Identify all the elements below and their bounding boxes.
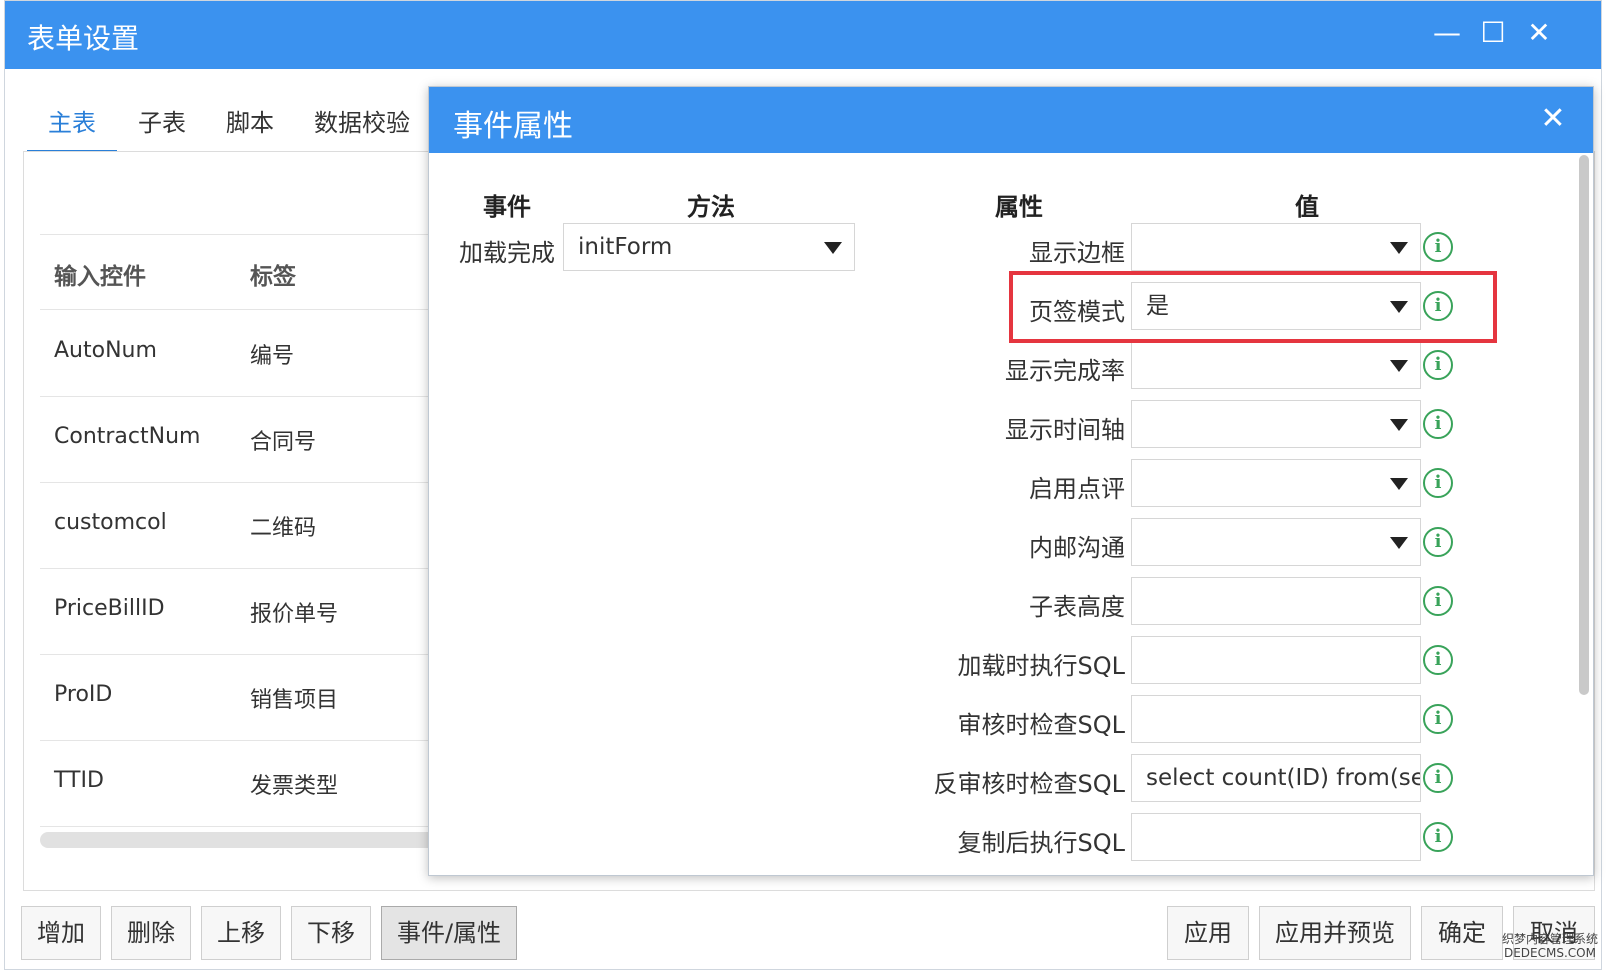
chevron-down-icon [1390,478,1408,490]
row-control: AutoNum [54,338,157,363]
value-column-header: 值 [1295,193,1319,221]
dialog-titlebar[interactable]: 事件属性 ✕ [429,87,1593,153]
tab-data-validation[interactable]: 数据校验 [307,101,417,153]
property-value-select[interactable] [1131,459,1421,507]
info-icon[interactable]: i [1423,527,1453,557]
row-control: ContractNum [54,424,201,449]
property-label: 加载时执行SQL [957,652,1126,680]
property-value: select count(ID) from(selec [1146,765,1420,791]
info-icon[interactable]: i [1423,704,1453,734]
apply-button[interactable]: 应用 [1167,906,1249,960]
watermark-line2: DEDECMS.COM [1503,946,1596,960]
property-value-input[interactable] [1131,813,1421,861]
property-value-input[interactable]: select count(ID) from(selec [1131,754,1421,802]
chevron-down-icon [1390,301,1408,313]
row-label: 二维码 [250,516,317,541]
method-column-header: 方法 [687,193,735,221]
info-icon[interactable]: i [1423,291,1453,321]
info-icon[interactable]: i [1423,409,1453,439]
method-select[interactable]: initForm [563,223,855,271]
info-icon[interactable]: i [1423,232,1453,262]
window-titlebar[interactable]: 表单设置 — ☐ ✕ [5,1,1601,69]
confirm-button[interactable]: 确定 [1421,906,1503,960]
info-icon[interactable]: i [1423,468,1453,498]
chevron-down-icon [1390,419,1408,431]
event-column-header: 事件 [483,193,531,221]
property-label: 子表高度 [1029,593,1125,621]
row-label: 合同号 [250,430,317,455]
minimize-icon[interactable]: — [1429,15,1465,51]
row-control: TTID [54,768,104,793]
property-label: 页签模式 [1029,298,1125,326]
chevron-down-icon [824,242,842,254]
row-label: 发票类型 [250,774,339,799]
row-control: PriceBillID [54,596,165,621]
dialog-close-icon[interactable]: ✕ [1535,101,1571,137]
info-icon[interactable]: i [1423,586,1453,616]
property-value-select[interactable]: 是 [1131,282,1421,330]
property-value: 是 [1146,293,1169,319]
watermark-line1: 织梦内容管理系统 [1501,932,1598,946]
property-label: 内邮沟通 [1029,534,1125,562]
column-header-control: 输入控件 [54,264,146,290]
chevron-down-icon [1390,537,1408,549]
chevron-down-icon [1390,242,1408,254]
property-value-select[interactable] [1131,341,1421,389]
row-label: 编号 [250,344,295,369]
maximize-icon[interactable]: ☐ [1475,15,1511,51]
tab-script[interactable]: 脚本 [215,101,285,153]
row-control: ProID [54,682,113,707]
window-title: 表单设置 [27,22,140,55]
row-label: 报价单号 [250,602,339,627]
apply-preview-button[interactable]: 应用并预览 [1259,906,1411,960]
property-value-select[interactable] [1131,400,1421,448]
info-icon[interactable]: i [1423,645,1453,675]
event-label: 加载完成 [459,239,555,267]
row-control: customcol [54,510,167,535]
property-label: 审核时检查SQL [957,711,1126,739]
delete-button[interactable]: 删除 [111,906,191,960]
move-up-button[interactable]: 上移 [201,906,281,960]
info-icon[interactable]: i [1423,350,1453,380]
property-value-input[interactable] [1131,636,1421,684]
vertical-scrollbar-thumb[interactable] [1579,155,1589,695]
method-select-value: initForm [578,234,673,260]
events-properties-button[interactable]: 事件/属性 [381,906,517,960]
column-header-label: 标签 [250,264,296,290]
property-label: 启用点评 [1029,475,1125,503]
row-label: 销售项目 [250,688,339,713]
property-column-header: 属性 [995,193,1043,221]
tab-main-table[interactable]: 主表 [27,101,117,153]
property-label: 显示时间轴 [1005,416,1125,444]
property-value-select[interactable] [1131,518,1421,566]
chevron-down-icon [1390,360,1408,372]
info-icon[interactable]: i [1423,763,1453,793]
dialog-title: 事件属性 [453,109,573,144]
add-button[interactable]: 增加 [21,906,101,960]
move-down-button[interactable]: 下移 [291,906,371,960]
property-value-select[interactable] [1131,223,1421,271]
property-value-input[interactable] [1131,577,1421,625]
property-label: 显示边框 [1029,239,1125,267]
property-label: 反审核时检查SQL [933,770,1126,798]
event-properties-dialog: 事件属性 ✕ 事件 方法 属性 值 加载完成 initForm 显示边框 i 页签模… [428,86,1594,876]
property-value-input[interactable] [1131,695,1421,743]
property-label: 显示完成率 [1005,357,1125,385]
watermark: 织梦内容管理系统 DEDECMS.COM [1502,932,1598,960]
close-icon[interactable]: ✕ [1521,15,1557,51]
info-icon[interactable]: i [1423,822,1453,852]
property-label: 复制后执行SQL [957,829,1126,857]
tab-sub-table[interactable]: 子表 [127,101,197,153]
